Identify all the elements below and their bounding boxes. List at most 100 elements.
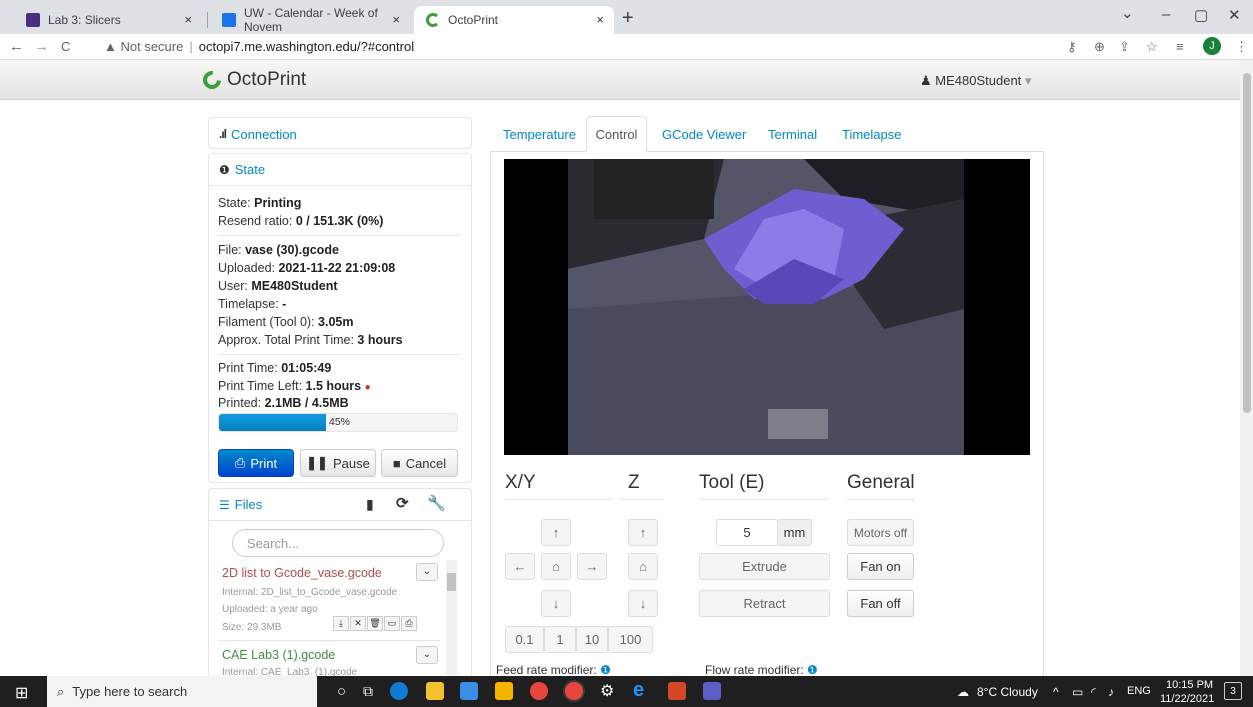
clock-time[interactable]: 10:15 PM bbox=[1166, 679, 1213, 691]
close-icon[interactable]: × bbox=[392, 12, 400, 27]
step-0.1-button[interactable]: 0.1 bbox=[505, 626, 544, 653]
reading-list-icon[interactable]: ≡ bbox=[1176, 39, 1184, 54]
chrome-icon[interactable] bbox=[530, 682, 548, 700]
print-button[interactable]: ⎙ Print bbox=[218, 449, 294, 477]
clock-date[interactable]: 11/22/2021 bbox=[1160, 693, 1214, 705]
tab-terminal[interactable]: Terminal bbox=[768, 127, 817, 142]
chrome-active-icon[interactable] bbox=[565, 682, 583, 700]
home-icon: ⌂ bbox=[552, 559, 560, 574]
minimize-icon[interactable]: – bbox=[1162, 6, 1170, 23]
files-scrollbar-thumb[interactable] bbox=[447, 573, 456, 591]
wrench-icon[interactable]: 🔧 bbox=[427, 494, 446, 512]
maximize-icon[interactable]: ▢ bbox=[1194, 6, 1208, 24]
info-icon[interactable]: ❶ bbox=[807, 663, 818, 677]
print-file-icon[interactable]: ⎙ bbox=[401, 616, 417, 631]
weather-text[interactable]: 8°C Cloudy bbox=[977, 685, 1038, 699]
print-time-left-line: Print Time Left: 1.5 hours ● bbox=[218, 379, 371, 393]
state-header[interactable]: ❶ State bbox=[209, 154, 471, 186]
file-expand-button[interactable]: ⌄ bbox=[416, 646, 438, 664]
tab-control[interactable]: Control bbox=[586, 116, 647, 152]
zoom-icon[interactable]: ⊕ bbox=[1094, 39, 1105, 55]
tab-octoprint[interactable]: OctoPrint × bbox=[414, 6, 614, 34]
connection-header[interactable]: .ıl Connection bbox=[209, 118, 471, 150]
file-name-link[interactable]: CAE Lab3 (1).gcode bbox=[222, 648, 335, 662]
settings-gear-icon[interactable]: ⚙ bbox=[600, 681, 614, 701]
connection-panel: .ıl Connection bbox=[208, 117, 472, 149]
sd-card-icon[interactable]: ▮ bbox=[366, 496, 374, 513]
task-view-icon[interactable]: ⧉ bbox=[363, 683, 373, 700]
brand-link[interactable]: OctoPrint bbox=[199, 67, 306, 93]
cancel-button[interactable]: ■ Cancel bbox=[381, 449, 458, 477]
home-z-button[interactable]: ⌂ bbox=[628, 553, 658, 580]
x-minus-button[interactable]: ← bbox=[505, 553, 535, 580]
language-indicator[interactable]: ENG bbox=[1127, 685, 1151, 697]
fan-off-button[interactable]: Fan off bbox=[847, 590, 914, 617]
file-explorer-icon[interactable] bbox=[426, 682, 444, 700]
tab-gcode-viewer[interactable]: GCode Viewer bbox=[662, 127, 746, 142]
key-icon[interactable]: ⚷ bbox=[1067, 39, 1077, 55]
y-minus-button[interactable]: ↓ bbox=[541, 590, 571, 617]
x-plus-button[interactable]: → bbox=[577, 553, 607, 580]
extrude-amount-input[interactable]: 5 bbox=[716, 519, 778, 546]
y-plus-button[interactable]: ↑ bbox=[541, 519, 571, 546]
flow-rate-label: Flow rate modifier: ❶ bbox=[705, 663, 818, 677]
user-menu[interactable]: ♟ ME480Student ▾ bbox=[920, 73, 1031, 89]
scrollbar-thumb[interactable] bbox=[1243, 73, 1251, 413]
battery-icon[interactable]: ▭ bbox=[1072, 685, 1083, 699]
close-icon[interactable]: × bbox=[596, 12, 604, 27]
z-minus-button[interactable]: ↓ bbox=[628, 590, 658, 617]
window-close-icon[interactable]: ✕ bbox=[1228, 6, 1241, 24]
refresh-icon[interactable]: ⟳ bbox=[396, 494, 409, 512]
file-expand-button[interactable]: ⌄ bbox=[416, 563, 438, 581]
file-search-input[interactable]: Search... bbox=[232, 529, 444, 557]
step-100-button[interactable]: 100 bbox=[608, 626, 653, 653]
step-10-button[interactable]: 10 bbox=[576, 626, 608, 653]
tab-search-icon[interactable]: ⌄ bbox=[1121, 4, 1134, 22]
browser-tab-bar: Lab 3: Slicers × UW - Calendar - Week of… bbox=[0, 0, 1253, 34]
windows-start-icon[interactable]: ⊞ bbox=[15, 683, 28, 703]
volume-icon[interactable]: ♪ bbox=[1108, 685, 1114, 699]
remove-icon[interactable]: ✕ bbox=[350, 616, 366, 631]
cortana-icon[interactable]: ○ bbox=[337, 683, 346, 700]
powerpoint-icon[interactable] bbox=[668, 682, 686, 700]
info-icon[interactable]: ❶ bbox=[600, 663, 611, 677]
file-name-link[interactable]: 2D list to Gcode_vase.gcode bbox=[222, 566, 382, 580]
step-1-button[interactable]: 1 bbox=[544, 626, 576, 653]
download-icon[interactable]: ⤓ bbox=[333, 616, 349, 631]
folder-move-icon[interactable]: ▭ bbox=[384, 616, 400, 631]
pause-button[interactable]: ❚❚ Pause bbox=[300, 449, 376, 477]
tab-temperature[interactable]: Temperature bbox=[503, 127, 576, 142]
profile-avatar[interactable]: J bbox=[1203, 37, 1221, 55]
notification-center-icon[interactable]: 3 bbox=[1224, 682, 1242, 700]
extrude-button[interactable]: Extrude bbox=[699, 553, 830, 580]
retract-button[interactable]: Retract bbox=[699, 590, 830, 617]
trash-icon[interactable]: 🗑 bbox=[367, 616, 383, 631]
bookmark-star-icon[interactable]: ☆ bbox=[1146, 39, 1158, 55]
tab-timelapse[interactable]: Timelapse bbox=[842, 127, 901, 142]
taskbar-search[interactable]: ⌕ Type here to search bbox=[47, 676, 317, 707]
edge-icon[interactable] bbox=[390, 682, 408, 700]
tab-uw-calendar[interactable]: UW - Calendar - Week of Novem × bbox=[210, 6, 410, 34]
close-icon[interactable]: × bbox=[184, 12, 192, 27]
z-plus-button[interactable]: ↑ bbox=[628, 519, 658, 546]
home-xy-button[interactable]: ⌂ bbox=[541, 553, 571, 580]
sticky-notes-icon[interactable] bbox=[495, 682, 513, 700]
mail-app-icon[interactable] bbox=[460, 682, 478, 700]
back-icon[interactable]: ← bbox=[9, 38, 24, 55]
tray-chevron-icon[interactable]: ^ bbox=[1053, 685, 1059, 699]
new-tab-icon[interactable]: + bbox=[622, 7, 634, 30]
caret-down-icon: ▾ bbox=[1024, 73, 1032, 88]
tab-lab3-slicers[interactable]: Lab 3: Slicers × bbox=[14, 6, 202, 34]
motors-off-button[interactable]: Motors off bbox=[847, 519, 914, 546]
url-field[interactable]: ▲ Not secure | octopi7.me.washington.edu/?… bbox=[104, 39, 414, 54]
fan-on-button[interactable]: Fan on bbox=[847, 553, 914, 580]
home-icon: ⌂ bbox=[639, 559, 647, 574]
wifi-icon[interactable]: ◜ bbox=[1091, 685, 1096, 699]
menu-dots-icon[interactable]: ⋮ bbox=[1235, 39, 1248, 55]
forward-icon[interactable]: → bbox=[34, 38, 49, 55]
not-secure-badge[interactable]: ▲ Not secure bbox=[104, 39, 183, 54]
teams-icon[interactable] bbox=[703, 682, 721, 700]
internet-explorer-icon[interactable]: e bbox=[633, 679, 644, 702]
share-icon[interactable]: ⇪ bbox=[1119, 39, 1130, 55]
reload-icon[interactable]: C bbox=[61, 39, 70, 54]
